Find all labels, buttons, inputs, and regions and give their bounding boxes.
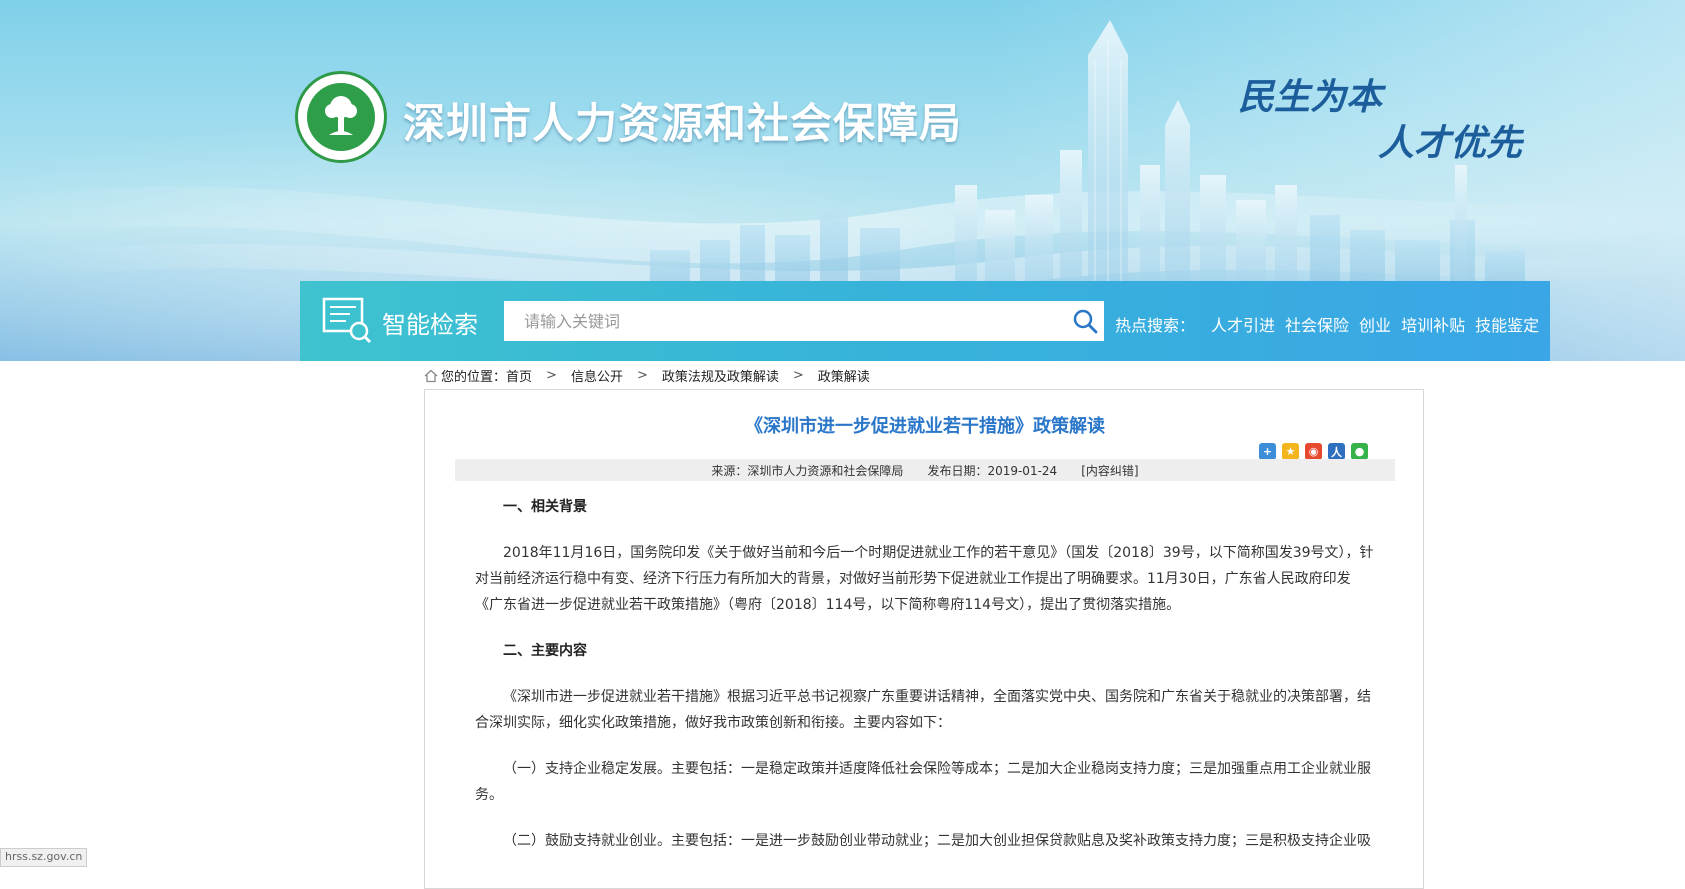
paragraph-background: 2018年11月16日，国务院印发《关于做好当前和今后一个时期促进就业工作的若干…	[475, 545, 1374, 613]
section-heading-main-content: 二、主要内容	[503, 643, 587, 659]
tree-icon	[325, 96, 357, 135]
hot-term-entrepreneurship[interactable]: 创业	[1359, 312, 1391, 336]
breadcrumb-info-disclosure[interactable]: 信息公开	[571, 366, 623, 385]
hot-search-label: 热点搜索：	[1115, 316, 1196, 335]
bureau-logo[interactable]	[295, 71, 387, 163]
logo-emblem	[307, 83, 375, 151]
article-body: 一、相关背景 2018年11月16日，国务院印发《关于做好当前和今后一个时期促进…	[475, 494, 1375, 874]
renren-icon[interactable]: 人	[1328, 443, 1345, 460]
hot-term-skill-appraisal[interactable]: 技能鉴定	[1475, 312, 1539, 336]
section-heading-background: 一、相关背景	[503, 499, 587, 515]
home-icon	[424, 369, 438, 382]
search-input-wrapper	[504, 301, 1104, 341]
smart-search-icon	[322, 297, 372, 344]
status-bar-url: hrss.sz.gov.cn	[0, 848, 88, 867]
chevron-right-icon: >	[636, 368, 648, 383]
hot-term-social-insurance[interactable]: 社会保险	[1285, 312, 1349, 336]
breadcrumb-prefix: 您的位置：	[441, 370, 507, 385]
article-container: 《深圳市进一步促进就业若干措施》政策解读 + ★ ◉ 人 ● 来源：深圳市人力资…	[424, 389, 1424, 889]
site-title: 深圳市人力资源和社会保障局	[403, 99, 963, 148]
breadcrumb-policy-interpretation[interactable]: 政策解读	[818, 366, 870, 385]
slogan-line1: 民生为本	[1238, 76, 1383, 118]
breadcrumb: 您的位置： 首页 > 信息公开 > 政策法规及政策解读 > 政策解读	[424, 366, 870, 385]
search-input[interactable]	[504, 301, 1044, 341]
article-source: 来源：深圳市人力资源和社会保障局	[711, 463, 904, 478]
paragraph-item-1: （一）支持企业稳定发展。主要包括：一是稳定政策并适度降低社会保险等成本；二是加大…	[475, 761, 1371, 803]
hot-search: 热点搜索： 人才引进 社会保险 创业 培训补贴 技能鉴定	[1115, 312, 1549, 336]
hot-term-training-subsidy[interactable]: 培训补贴	[1401, 312, 1465, 336]
search-bar: 智能检索 热点搜索： 人才引进 社会保险 创业 培训补贴 技能鉴定	[300, 281, 1550, 361]
content-correction-link[interactable]: [内容纠错]	[1081, 462, 1138, 479]
article-title: 《深圳市进一步促进就业若干措施》政策解读	[745, 416, 1105, 437]
breadcrumb-home[interactable]: 首页	[506, 366, 532, 385]
share-toolbar: + ★ ◉ 人 ●	[1259, 443, 1374, 460]
weibo-icon[interactable]: ◉	[1305, 443, 1322, 460]
header-banner: 深圳市人力资源和社会保障局 民生为本 人才优先 智能检索 热点搜索： 人才引进 …	[0, 0, 1685, 361]
article-date: 发布日期：2019-01-24	[927, 463, 1058, 478]
search-icon[interactable]	[1072, 308, 1098, 334]
share-plus-icon[interactable]: +	[1259, 443, 1276, 460]
paragraph-item-2: （二）鼓励支持就业创业。主要包括：一是进一步鼓励创业带动就业；二是加大创业担保贷…	[503, 833, 1371, 849]
article-meta: 来源：深圳市人力资源和社会保障局 发布日期：2019-01-24 [内容纠错]	[455, 459, 1395, 481]
slogan-line2: 人才优先	[1378, 122, 1523, 164]
paragraph-main-intro: 《深圳市进一步促进就业若干措施》根据习近平总书记视察广东重要讲话精神，全面落实党…	[475, 689, 1371, 731]
chevron-right-icon: >	[792, 368, 804, 383]
smart-search-label: 智能检索	[382, 311, 478, 339]
hot-term-talent[interactable]: 人才引进	[1211, 312, 1275, 336]
chevron-right-icon: >	[546, 368, 557, 383]
qzone-icon[interactable]: ★	[1282, 443, 1299, 460]
wechat-icon[interactable]: ●	[1351, 443, 1368, 460]
breadcrumb-policy-regulations[interactable]: 政策法规及政策解读	[662, 366, 779, 385]
